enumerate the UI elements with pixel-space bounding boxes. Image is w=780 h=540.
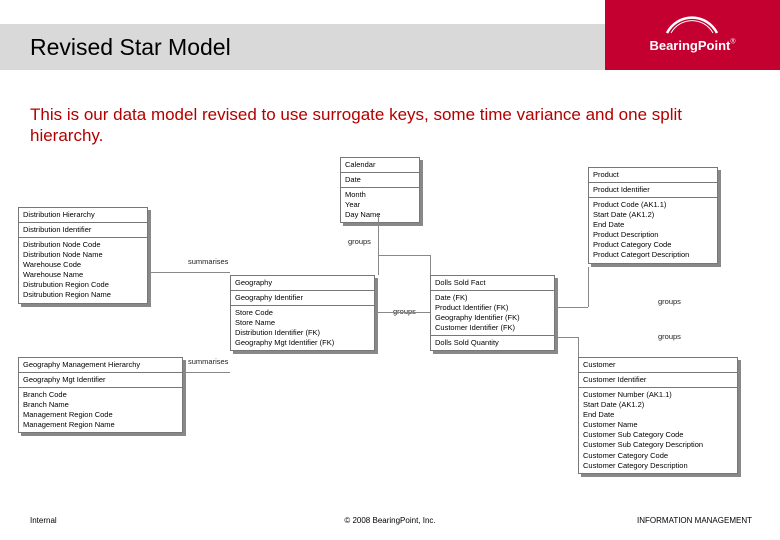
attr: Start Date (AK1.2) — [593, 210, 713, 220]
entity-title: Customer — [579, 358, 737, 373]
brand-name: BearingPoint — [649, 38, 730, 53]
attr: Product Code (AK1.1) — [593, 200, 713, 210]
entity-key: Customer Identifier — [579, 373, 737, 388]
rel-groups: groups — [348, 237, 371, 246]
attr: Distrubution Region Code — [23, 280, 143, 290]
connector — [378, 213, 379, 275]
entity-attrs: Month Year Day Name — [341, 188, 419, 222]
attr: Start Date (AK1.2) — [583, 400, 733, 410]
footer-right: INFORMATION MANAGEMENT — [637, 516, 752, 525]
attr: Customer Category Description — [583, 461, 733, 471]
entity-attrs: Branch Code Branch Name Management Regio… — [19, 388, 182, 433]
attr: Branch Code — [23, 390, 178, 400]
connector — [578, 337, 579, 357]
attr: Distribution Node Code — [23, 240, 143, 250]
connector — [148, 272, 230, 273]
entity-attrs: Store Code Store Name Distribution Ident… — [231, 306, 374, 351]
rel-groups: groups — [658, 297, 681, 306]
attr: Store Name — [235, 318, 370, 328]
entity-key: Date — [341, 173, 419, 188]
attr: Management Region Code — [23, 410, 178, 420]
rel-summarises: summarises — [188, 257, 228, 266]
attr: Distribution Node Name — [23, 250, 143, 260]
entity-geography: Geography Geography Identifier Store Cod… — [230, 275, 375, 352]
entity-customer: Customer Customer Identifier Customer Nu… — [578, 357, 738, 474]
connector — [430, 255, 431, 275]
attr: Year — [345, 200, 415, 210]
connector — [555, 307, 588, 308]
entity-title: Dolls Sold Fact — [431, 276, 554, 291]
attr: Customer Name — [583, 420, 733, 430]
attr: Distribution Identifier (FK) — [235, 328, 370, 338]
attr: End Date — [593, 220, 713, 230]
connector — [378, 255, 430, 256]
slide-footer: Internal © 2008 BearingPoint, Inc. INFOR… — [0, 516, 780, 534]
entity-title: Geography — [231, 276, 374, 291]
entity-key: Distribution Identifier — [19, 223, 147, 238]
connector — [555, 337, 578, 338]
entity-title: Calendar — [341, 158, 419, 173]
entity-key: Geography Identifier — [231, 291, 374, 306]
entity-attrs: Dolls Sold Quantity — [431, 336, 554, 350]
entity-geo-mgt: Geography Management Hierarchy Geography… — [18, 357, 183, 434]
entity-title: Distribution Hierarchy — [19, 208, 147, 223]
brand-arc-icon — [662, 15, 722, 35]
connector — [555, 307, 556, 337]
brand-reg-icon: ® — [730, 39, 735, 46]
attr: Product Category Code — [593, 240, 713, 250]
rel-summarises: summarises — [188, 357, 228, 366]
attr: Management Region Name — [23, 420, 178, 430]
entity-key: Geography Mgt Identifier — [19, 373, 182, 388]
connector — [183, 372, 230, 373]
attr: Branch Name — [23, 400, 178, 410]
entity-key: Date (FK) Product Identifier (FK) Geogra… — [431, 291, 554, 337]
entity-attrs: Customer Number (AK1.1) Start Date (AK1.… — [579, 388, 737, 473]
entity-product: Product Product Identifier Product Code … — [588, 167, 718, 264]
attr: Customer Sub Category Description — [583, 440, 733, 450]
attr: Store Code — [235, 308, 370, 318]
connector — [588, 267, 589, 307]
entity-attrs: Distribution Node Code Distribution Node… — [19, 238, 147, 303]
entity-title: Product — [589, 168, 717, 183]
rel-groups: groups — [658, 332, 681, 341]
attr: Month — [345, 190, 415, 200]
attr: Customer Sub Category Code — [583, 430, 733, 440]
entity-attrs: Product Code (AK1.1) Start Date (AK1.2) … — [589, 198, 717, 263]
brand-block: BearingPoint® — [605, 0, 780, 70]
slide-title: Revised Star Model — [30, 24, 231, 70]
entity-calendar: Calendar Date Month Year Day Name — [340, 157, 420, 224]
attr: Dsitrubution Region Name — [23, 290, 143, 300]
attr: End Date — [583, 410, 733, 420]
attr: Customer Category Code — [583, 451, 733, 461]
attr: Product Categort Description — [593, 250, 713, 260]
slide-subtitle: This is our data model revised to use su… — [30, 104, 750, 147]
attr: Customer Number (AK1.1) — [583, 390, 733, 400]
slide-header: Revised Star Model BearingPoint® — [0, 0, 780, 82]
attr: Geography Mgt Identifier (FK) — [235, 338, 370, 348]
attr: Product Description — [593, 230, 713, 240]
entity-key: Product Identifier — [589, 183, 717, 198]
entity-title: Geography Management Hierarchy — [19, 358, 182, 373]
er-diagram: Calendar Date Month Year Day Name Produc… — [18, 157, 762, 487]
attr: Day Name — [345, 210, 415, 220]
entity-fact: Dolls Sold Fact Date (FK) Product Identi… — [430, 275, 555, 352]
attr: Dolls Sold Quantity — [435, 338, 550, 348]
entity-distribution: Distribution Hierarchy Distribution Iden… — [18, 207, 148, 304]
connector — [375, 312, 430, 313]
attr: Warehouse Name — [23, 270, 143, 280]
attr: Warehouse Code — [23, 260, 143, 270]
